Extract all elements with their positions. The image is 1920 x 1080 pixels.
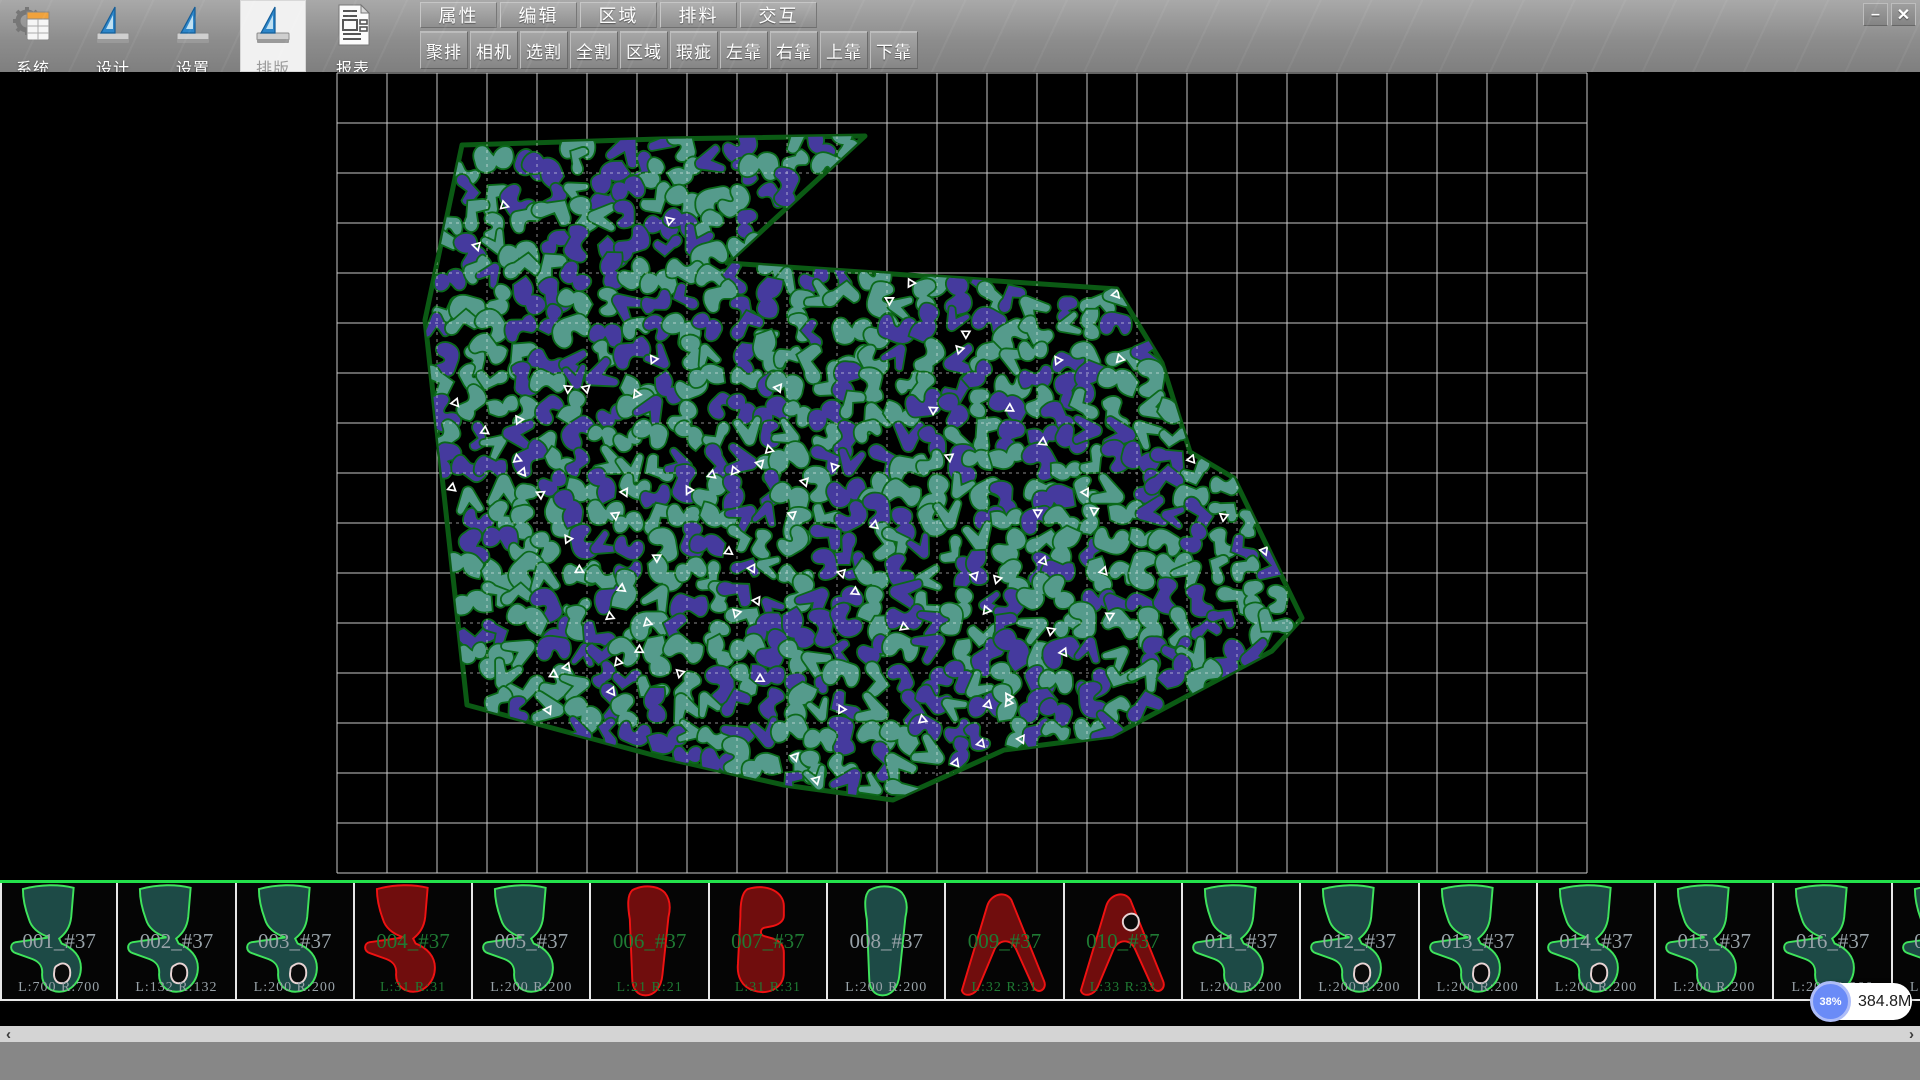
piece-count-label: L:200 R:200 <box>828 980 944 996</box>
window-controls: – ✕ <box>1863 3 1916 26</box>
menu-tab-3[interactable]: 区域 <box>580 2 657 28</box>
piece-count-label: L:200 R:200 <box>237 980 353 996</box>
piece-count-label: L:200 R:200 <box>1301 980 1417 996</box>
piece-thumbnail-4[interactable]: 004_#37 L:31 R:31 <box>355 883 473 1001</box>
nesting-ruler-icon <box>251 3 295 52</box>
settings-ruler-icon <box>171 3 215 52</box>
scroll-right-icon[interactable]: › <box>1909 1026 1914 1042</box>
menu-tab-4[interactable]: 排料 <box>660 2 737 28</box>
mode-button-1[interactable]: 系统 <box>0 0 66 72</box>
mode-button-4[interactable]: 排版 <box>240 0 306 72</box>
piece-id-label: 002_#37 <box>118 929 234 954</box>
piece-thumbnail-7[interactable]: 007_#37 L:31 R:31 <box>710 883 828 1001</box>
minimize-button[interactable]: – <box>1863 3 1888 26</box>
piece-id-label: 011_#37 <box>1183 929 1299 954</box>
toolbar: 系统设计设置排版报表 属性编辑区域排料交互 聚排相机选割全割区域瑕疵左靠右靠上靠… <box>0 0 1920 72</box>
piece-thumbnail-1[interactable]: 001_#37 L:700 R:700 <box>0 883 118 1001</box>
piece-id-label: 014_#37 <box>1538 929 1654 954</box>
piece-id-label: 003_#37 <box>237 929 353 954</box>
action-button-4[interactable]: 全割 <box>570 31 618 69</box>
piece-thumbnail-13[interactable]: 013_#37 L:200 R:200 <box>1420 883 1538 1001</box>
piece-count-label: L:200 R:200 <box>1538 980 1654 996</box>
main-mode-buttons: 系统设计设置排版报表 <box>0 0 400 72</box>
piece-id-label: 010_#37 <box>1065 929 1181 954</box>
action-button-10[interactable]: 下靠 <box>870 31 918 69</box>
piece-thumbnail-6[interactable]: 006_#37 L:21 R:21 <box>591 883 709 1001</box>
piece-id-label: 005_#37 <box>473 929 589 954</box>
nesting-canvas[interactable] <box>0 72 1920 880</box>
bottom-filler-bar <box>0 1042 1920 1080</box>
mode-button-2[interactable]: 设计 <box>80 0 146 72</box>
piece-thumbnail-strip: 001_#37L:700 R:700002_#37L:132 R:132003_… <box>0 883 1920 1003</box>
piece-id-label: 001_#37 <box>2 929 116 954</box>
piece-count-label: L:31 R:31 <box>710 980 826 996</box>
mode-button-5[interactable]: 报表 <box>320 0 386 72</box>
action-button-3[interactable]: 选割 <box>520 31 568 69</box>
piece-thumbnail-12[interactable]: 012_#37 L:200 R:200 <box>1301 883 1419 1001</box>
cpu-percent-badge: 38% <box>1810 981 1851 1022</box>
piece-count-label: L:32 R:31 <box>946 980 1062 996</box>
system-gear-icon <box>11 3 55 52</box>
piece-count-label: L:33 R:33 <box>1065 980 1181 996</box>
piece-count-label: L:132 R:132 <box>118 980 234 996</box>
piece-thumbnail-11[interactable]: 011_#37 L:200 R:200 <box>1183 883 1301 1001</box>
piece-thumbnail-5[interactable]: 005_#37 L:200 R:200 <box>473 883 591 1001</box>
menu-tab-1[interactable]: 属性 <box>420 2 497 28</box>
piece-count-label: L:200 R:200 <box>1420 980 1536 996</box>
piece-count-label: L:31 R:31 <box>355 980 471 996</box>
action-button-5[interactable]: 区域 <box>620 31 668 69</box>
piece-id-label: 017_#37 <box>1893 929 1920 954</box>
action-button-6[interactable]: 瑕疵 <box>670 31 718 69</box>
memory-value: 384.8M <box>1858 983 1911 1020</box>
close-button[interactable]: ✕ <box>1891 3 1916 26</box>
piece-count-label: L:21 R:21 <box>591 980 707 996</box>
piece-count-label: L:200 R:200 <box>473 980 589 996</box>
piece-count-label: L:700 R:700 <box>2 980 116 996</box>
memory-usage-bubble[interactable]: 38% 384.8M <box>1812 983 1912 1020</box>
menu-tab-2[interactable]: 编辑 <box>500 2 577 28</box>
piece-thumbnail-14[interactable]: 014_#37 L:200 R:200 <box>1538 883 1656 1001</box>
piece-thumbnail-8[interactable]: 008_#37 L:200 R:200 <box>828 883 946 1001</box>
menu-tabs: 属性编辑区域排料交互 <box>420 2 820 28</box>
piece-thumbnail-2[interactable]: 002_#37 L:132 R:132 <box>118 883 236 1001</box>
app-window: 系统设计设置排版报表 属性编辑区域排料交互 聚排相机选割全割区域瑕疵左靠右靠上靠… <box>0 0 1920 1080</box>
piece-thumbnail-3[interactable]: 003_#37 L:200 R:200 <box>237 883 355 1001</box>
thumbnail-strip-footer <box>0 1003 1920 1026</box>
menu-tab-5[interactable]: 交互 <box>740 2 817 28</box>
action-button-2[interactable]: 相机 <box>470 31 518 69</box>
piece-thumbnail-9[interactable]: 009_#37 L:32 R:31 <box>946 883 1064 1001</box>
action-button-9[interactable]: 上靠 <box>820 31 868 69</box>
piece-id-label: 015_#37 <box>1656 929 1772 954</box>
piece-id-label: 013_#37 <box>1420 929 1536 954</box>
piece-thumbnail-15[interactable]: 015_#37 L:200 R:200 <box>1656 883 1774 1001</box>
piece-id-label: 009_#37 <box>946 929 1062 954</box>
action-buttons: 聚排相机选割全割区域瑕疵左靠右靠上靠下靠 <box>420 31 920 69</box>
piece-id-label: 012_#37 <box>1301 929 1417 954</box>
horizontal-scrollbar[interactable]: ‹ › <box>0 1026 1920 1042</box>
piece-id-label: 006_#37 <box>591 929 707 954</box>
action-button-1[interactable]: 聚排 <box>420 31 468 69</box>
piece-count-label: L:200 R:200 <box>1656 980 1772 996</box>
piece-id-label: 016_#37 <box>1774 929 1890 954</box>
scroll-left-icon[interactable]: ‹ <box>6 1026 11 1042</box>
piece-count-label: L:200 R:200 <box>1183 980 1299 996</box>
piece-thumbnail-10[interactable]: 010_#37 L:33 R:33 <box>1065 883 1183 1001</box>
action-button-7[interactable]: 左靠 <box>720 31 768 69</box>
design-ruler-icon <box>91 3 135 52</box>
piece-id-label: 007_#37 <box>710 929 826 954</box>
report-doc-icon <box>331 3 375 52</box>
action-button-8[interactable]: 右靠 <box>770 31 818 69</box>
piece-id-label: 008_#37 <box>828 929 944 954</box>
piece-id-label: 004_#37 <box>355 929 471 954</box>
mode-button-3[interactable]: 设置 <box>160 0 226 72</box>
